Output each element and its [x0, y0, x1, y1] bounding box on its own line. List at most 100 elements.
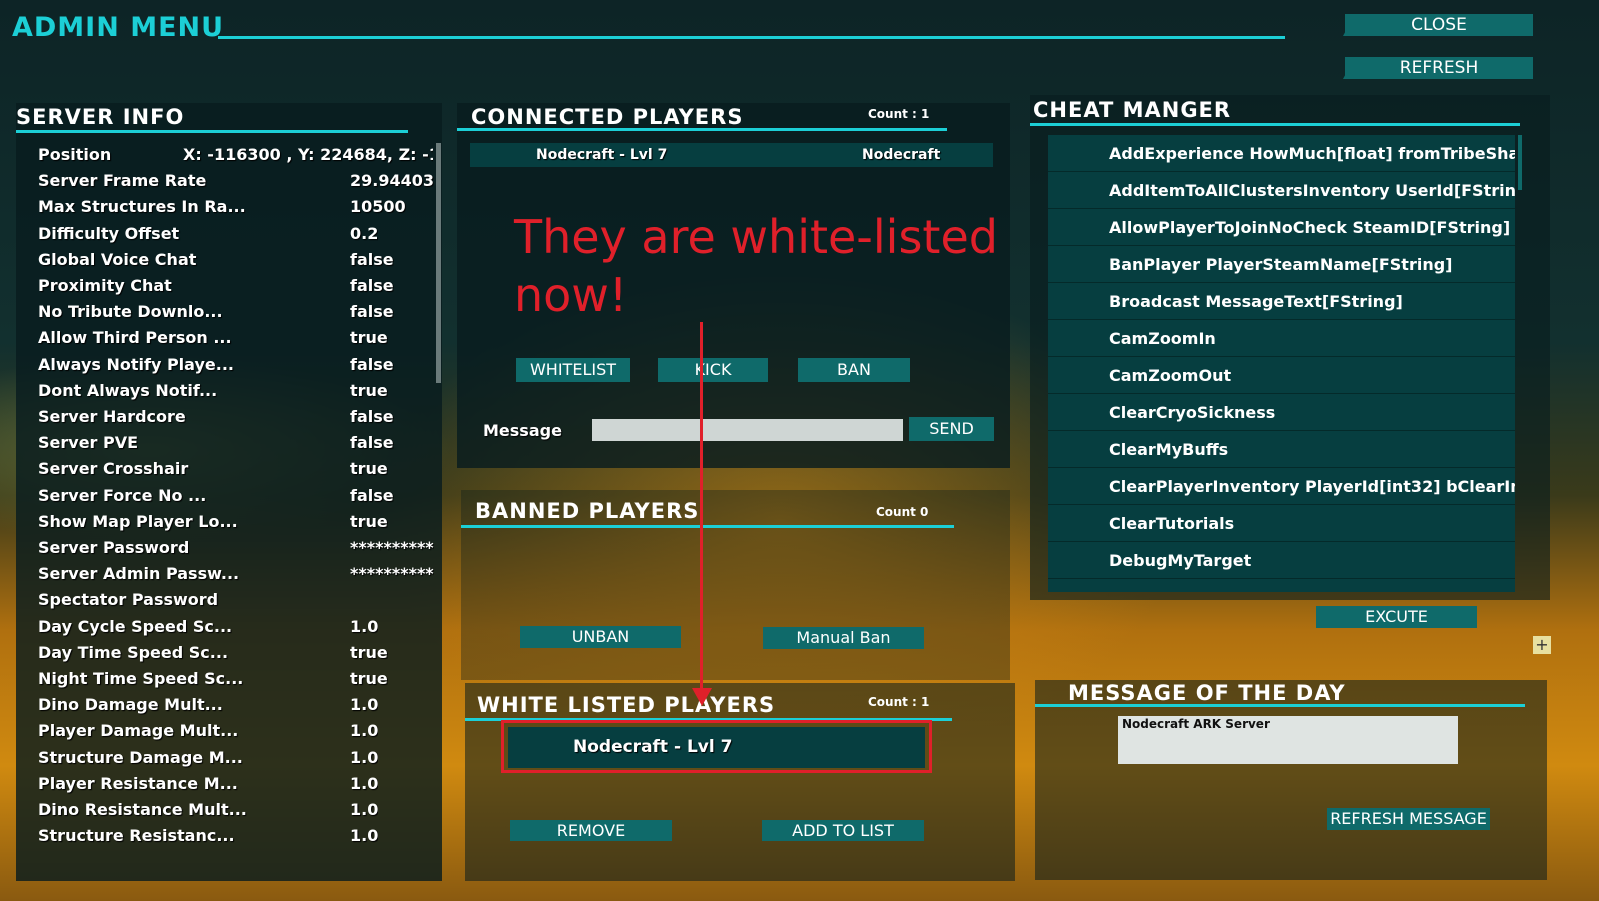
server-info-label: Allow Third Person ...: [38, 328, 232, 348]
server-info-value: true: [350, 328, 388, 348]
annotation-text: They are white-listed now!: [514, 208, 998, 324]
server-info-value: X: -116300 , Y: 224684, Z: -1418: [183, 145, 433, 164]
title-underline: [218, 36, 1285, 39]
cheat-item[interactable]: ClearTutorials: [1048, 505, 1515, 542]
execute-button[interactable]: EXCUTE: [1316, 606, 1477, 628]
kick-button[interactable]: KICK: [658, 358, 768, 382]
close-button[interactable]: CLOSE: [1345, 14, 1533, 36]
server-info-label: Day Time Speed Sc...: [38, 642, 229, 662]
highlight-box: [501, 720, 932, 773]
send-button[interactable]: SEND: [909, 417, 994, 441]
cheat-item[interactable]: AddItemToAllClustersInventory UserId[FSt…: [1048, 172, 1515, 209]
server-info-value: true: [350, 669, 388, 688]
refresh-message-button[interactable]: REFRESH MESSAGE: [1327, 808, 1490, 830]
server-info-label: Position: [38, 145, 112, 164]
server-info-value: false: [350, 485, 394, 505]
player-name: Nodecraft - Lvl 7: [536, 147, 668, 163]
server-info-value: 1.0: [350, 773, 379, 793]
server-info-label: Player Resistance M...: [38, 773, 238, 793]
scrollbar[interactable]: [436, 143, 441, 383]
server-info-label: Server PVE: [38, 433, 139, 453]
header-underline: [1030, 123, 1520, 126]
server-info-label: Player Damage Mult...: [38, 721, 239, 741]
server-info-value: 1.0: [350, 721, 379, 741]
page-title: ADMIN MENU: [12, 12, 225, 43]
ban-button[interactable]: BAN: [798, 358, 910, 382]
motd-textarea[interactable]: Nodecraft ARK Server: [1118, 716, 1458, 764]
plus-icon[interactable]: +: [1533, 636, 1551, 654]
server-info-value: 1.0: [350, 695, 379, 715]
server-info-value: 1.0: [350, 800, 379, 819]
server-info-value: false: [350, 433, 394, 453]
server-info-label: Day Cycle Speed Sc...: [38, 616, 233, 636]
annotation-line-1: They are white-listed: [514, 210, 998, 264]
player-row[interactable]: Nodecraft - Lvl 7 Nodecraft: [470, 143, 993, 167]
server-info-label: Proximity Chat: [38, 276, 172, 295]
server-info-value: false: [350, 407, 394, 426]
header-underline: [457, 128, 947, 131]
annotation-line-2: now!: [514, 268, 628, 322]
unban-button[interactable]: UNBAN: [520, 626, 681, 648]
motd-title: MESSAGE OF THE DAY: [1068, 681, 1346, 705]
message-label: Message: [483, 421, 562, 440]
banned-players-panel: BANNED PLAYERS Count 0 UNBAN Manual Ban: [461, 490, 1010, 680]
server-info-value: 1.0: [350, 616, 379, 636]
server-info-value: 29.944038: [350, 171, 434, 191]
server-info-label: Server Frame Rate: [38, 171, 207, 191]
cheat-item[interactable]: ClearPlayerInventory PlayerId[int32] bCl…: [1048, 468, 1515, 505]
server-info-value: true: [350, 459, 388, 479]
add-to-list-button[interactable]: ADD TO LIST: [762, 820, 924, 841]
server-info-value: ************: [350, 538, 434, 557]
cheat-item[interactable]: ClearCryoSickness: [1048, 394, 1515, 431]
cheat-item[interactable]: CamZoomIn: [1048, 320, 1515, 357]
server-info-label: Always Notify Playe...: [38, 354, 234, 374]
annotation-arrow: [700, 322, 703, 692]
cheat-item[interactable]: AllowPlayerToJoinNoCheck SteamID[FString…: [1048, 209, 1515, 246]
server-info-label: Spectator Password: [38, 590, 219, 610]
server-info-value: 10500: [350, 197, 406, 217]
server-info-value: false: [350, 354, 394, 374]
refresh-button[interactable]: REFRESH: [1345, 57, 1533, 79]
server-info-value: **********: [350, 564, 434, 584]
message-input[interactable]: [592, 419, 903, 441]
cheat-manager-panel: CHEAT MANGER AddExperience HowMuch[float…: [1030, 95, 1550, 600]
cheat-item[interactable]: DebugMyTarget: [1048, 542, 1515, 579]
cheat-item[interactable]: BanPlayer PlayerSteamName[FString]: [1048, 246, 1515, 283]
cheat-item[interactable]: AddExperience HowMuch[float] fromTribeSh…: [1048, 135, 1515, 172]
whitelist-button[interactable]: WHITELIST: [516, 358, 630, 382]
arrow-head-icon: [692, 688, 712, 706]
server-info-value: 0.2: [350, 223, 379, 243]
header-underline: [1035, 704, 1525, 707]
white-listed-players-panel: WHITE LISTED PLAYERS Count : 1 Nodecraft…: [465, 683, 1015, 881]
server-info-panel: SERVER INFO Position X: -116300 , Y: 2246…: [16, 103, 442, 881]
server-info-label: Night Time Speed Sc...: [38, 669, 244, 688]
server-info-label: Show Map Player Lo...: [38, 511, 238, 531]
whitelisted-count: Count : 1: [868, 695, 930, 709]
connected-players-title: CONNECTED PLAYERS: [471, 105, 744, 129]
cheat-item[interactable]: CamZoomOut: [1048, 357, 1515, 394]
motd-panel: MESSAGE OF THE DAY Nodecraft ARK Server …: [1035, 680, 1547, 880]
server-info-value: false: [350, 249, 394, 269]
manual-ban-button[interactable]: Manual Ban: [763, 627, 924, 649]
cheat-manager-title: CHEAT MANGER: [1033, 98, 1232, 122]
server-info-value: true: [350, 511, 388, 531]
cheat-item[interactable]: ClearMyBuffs: [1048, 431, 1515, 468]
banned-count: Count 0: [876, 505, 929, 519]
cheat-list: AddExperience HowMuch[float] fromTribeSh…: [1048, 135, 1515, 592]
server-info-label: Server Hardcore: [38, 407, 186, 426]
server-info-label: Dont Always Notif...: [38, 380, 218, 400]
connected-count: Count : 1: [868, 107, 930, 121]
remove-button[interactable]: REMOVE: [510, 820, 672, 841]
server-info-label: No Tribute Downlo...: [38, 302, 223, 322]
server-info-value: 1.0: [350, 826, 379, 846]
header-underline: [461, 525, 954, 528]
server-info-label: Server Force No ...: [38, 485, 207, 505]
server-info-label: Dino Damage Mult...: [38, 695, 223, 715]
server-info-label: Max Structures In Ra...: [38, 197, 246, 217]
server-info-value: false: [350, 276, 394, 295]
scrollbar[interactable]: [1518, 135, 1522, 190]
server-info-label: Difficulty Offset: [38, 223, 180, 243]
server-info-label: Global Voice Chat: [38, 249, 197, 269]
server-info-label: Server Admin Passw...: [38, 564, 240, 584]
cheat-item[interactable]: Broadcast MessageText[FString]: [1048, 283, 1515, 320]
